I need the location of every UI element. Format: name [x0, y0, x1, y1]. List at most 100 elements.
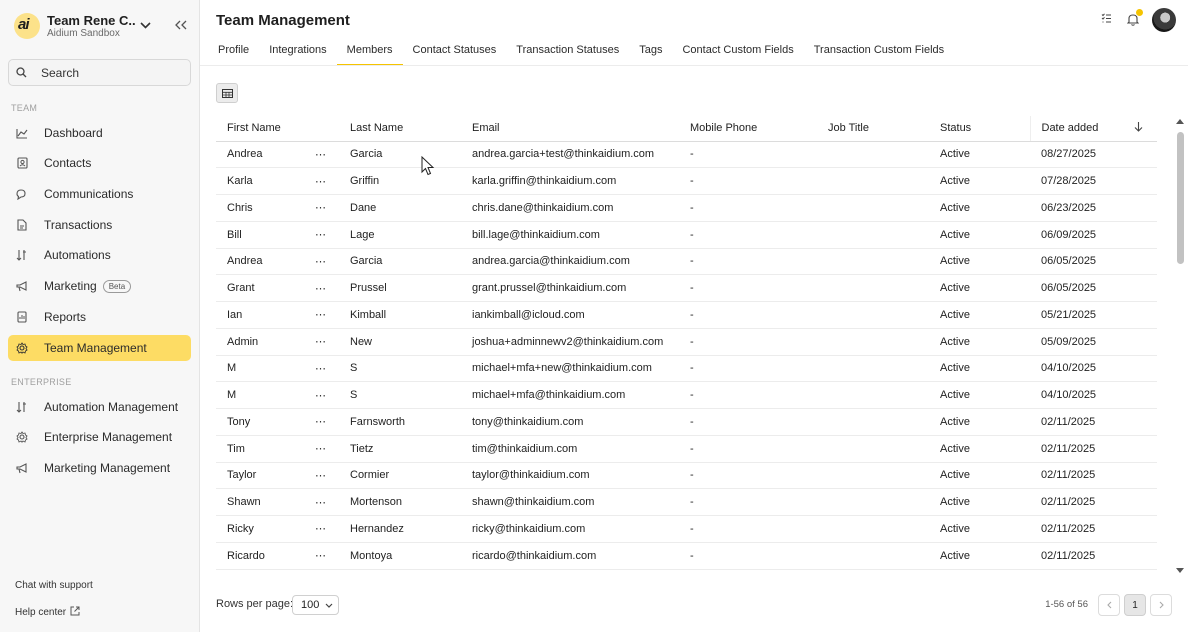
sidebar-item-automation-management[interactable]: Automation Management	[8, 394, 191, 420]
chat-with-support-link[interactable]: Chat with support	[15, 580, 93, 591]
status-cell: Active	[929, 141, 1030, 169]
row-actions-button[interactable]: ⋯	[315, 194, 339, 222]
tab-contact-statuses[interactable]: Contact Statuses	[403, 38, 507, 65]
column-header-mobile-phone[interactable]: Mobile Phone	[679, 116, 817, 142]
tab-contact-custom-fields[interactable]: Contact Custom Fields	[672, 38, 803, 65]
row-actions-button[interactable]: ⋯	[315, 462, 339, 490]
previous-page-button[interactable]	[1098, 594, 1120, 616]
row-actions-button[interactable]: ⋯	[315, 488, 339, 516]
table-row[interactable]: Grant ⋯ Prussel grant.prussel@thinkaidium.c…	[216, 274, 1157, 302]
sidebar-item-marketing[interactable]: Marketing Beta	[8, 273, 191, 299]
more-horizontal-icon[interactable]: ⋯	[315, 201, 326, 214]
sidebar-item-automations[interactable]: Automations	[8, 242, 191, 268]
next-page-button[interactable]	[1150, 594, 1172, 616]
row-actions-button[interactable]: ⋯	[315, 408, 339, 436]
more-horizontal-icon[interactable]: ⋯	[315, 469, 326, 482]
tab-members[interactable]: Members	[336, 38, 403, 65]
table-row[interactable]: Tony ⋯ Farnsworth tony@thinkaidium.com - Acti…	[216, 408, 1157, 436]
column-header-status[interactable]: Status	[929, 116, 1030, 142]
job-title-cell	[817, 167, 929, 195]
sidebar-item-dashboard[interactable]: Dashboard	[8, 120, 191, 146]
sidebar-item-transactions[interactable]: Transactions	[8, 212, 191, 238]
more-horizontal-icon[interactable]: ⋯	[315, 442, 326, 455]
table-row[interactable]: Taylor ⋯ Cormier taylor@thinkaidium.com - Act…	[216, 462, 1157, 490]
search-box[interactable]	[8, 59, 191, 86]
scroll-up-arrow-icon[interactable]	[1176, 118, 1184, 126]
more-horizontal-icon[interactable]: ⋯	[315, 362, 326, 375]
row-actions-button[interactable]: ⋯	[315, 381, 339, 409]
sidebar-item-team-management[interactable]: Team Management	[8, 335, 191, 361]
table-row[interactable]: Shawn ⋯ Mortenson shawn@thinkaidium.com - Act…	[216, 488, 1157, 516]
avatar[interactable]	[1152, 8, 1176, 32]
more-horizontal-icon[interactable]: ⋯	[315, 389, 326, 402]
chevron-down-icon[interactable]	[138, 18, 152, 32]
tab-integrations[interactable]: Integrations	[259, 38, 336, 65]
table-row[interactable]: Ricky ⋯ Hernandez ricky@thinkaidium.com - Act…	[216, 515, 1157, 543]
column-header-last-name[interactable]: Last Name	[339, 116, 461, 142]
more-horizontal-icon[interactable]: ⋯	[315, 522, 326, 535]
row-actions-button[interactable]: ⋯	[315, 542, 339, 570]
row-actions-button[interactable]: ⋯	[315, 301, 339, 329]
table-row[interactable]: Andrea ⋯ Garcia andrea.garcia+test@thinkaid…	[216, 141, 1157, 169]
row-actions-button[interactable]: ⋯	[315, 221, 339, 249]
table-row[interactable]: Andrea ⋯ Garcia andrea.garcia@thinkaidium.c…	[216, 248, 1157, 276]
row-actions-button[interactable]: ⋯	[315, 435, 339, 463]
rows-per-page-value: 100	[301, 599, 320, 611]
page-1-button[interactable]: 1	[1124, 594, 1146, 616]
more-horizontal-icon[interactable]: ⋯	[315, 415, 326, 428]
scroll-down-arrow-icon[interactable]	[1176, 568, 1184, 576]
row-actions-button[interactable]: ⋯	[315, 328, 339, 356]
email-cell: chris.dane@thinkaidium.com	[461, 194, 679, 222]
more-horizontal-icon[interactable]: ⋯	[315, 175, 326, 188]
column-header-date-added[interactable]: Date added	[1029, 116, 1157, 142]
sidebar-item-reports[interactable]: Reports	[8, 304, 191, 330]
first-name-cell: Tim	[216, 435, 315, 463]
help-center-link[interactable]: Help center	[15, 606, 80, 619]
row-actions-button[interactable]: ⋯	[315, 167, 339, 195]
scrollbar-thumb[interactable]	[1177, 132, 1184, 264]
table-row[interactable]: Karla ⋯ Griffin karla.griffin@thinkaidium.c…	[216, 167, 1157, 195]
table-row[interactable]: Ian ⋯ Kimball iankimball@icloud.com - Active 0…	[216, 301, 1157, 329]
table-row[interactable]: Chris ⋯ Dane chris.dane@thinkaidium.com - Act…	[216, 194, 1157, 222]
table-row[interactable]: Tim ⋯ Tietz tim@thinkaidium.com - Active 02/11…	[216, 435, 1157, 463]
row-actions-button[interactable]: ⋯	[315, 141, 339, 169]
tab-tags[interactable]: Tags	[629, 38, 672, 65]
more-horizontal-icon[interactable]: ⋯	[315, 228, 326, 241]
mobile-phone-cell: -	[679, 542, 817, 570]
more-horizontal-icon[interactable]: ⋯	[315, 308, 326, 321]
rows-per-page-select[interactable]: 100	[292, 595, 339, 615]
row-actions-button[interactable]: ⋯	[315, 515, 339, 543]
row-actions-button[interactable]: ⋯	[315, 274, 339, 302]
table-row[interactable]: Admin ⋯ New joshua+adminnewv2@thinkaidium.c…	[216, 328, 1157, 356]
more-horizontal-icon[interactable]: ⋯	[315, 148, 326, 161]
task-list-icon[interactable]	[1099, 13, 1113, 27]
more-horizontal-icon[interactable]: ⋯	[315, 255, 326, 268]
table-row[interactable]: Bill ⋯ Lage bill.lage@thinkaidium.com - Activ…	[216, 221, 1157, 249]
sidebar-item-marketing-management[interactable]: Marketing Management	[8, 455, 191, 481]
row-actions-button[interactable]: ⋯	[315, 248, 339, 276]
bell-icon[interactable]	[1126, 8, 1144, 27]
team-switcher[interactable]: ai Team Rene C... Aidium Sandbox	[14, 10, 194, 42]
column-header-first-name[interactable]: First Name	[216, 116, 339, 142]
arrow-down-icon[interactable]	[1134, 121, 1143, 135]
collapse-sidebar-icon[interactable]	[174, 18, 188, 32]
more-horizontal-icon[interactable]: ⋯	[315, 549, 326, 562]
sidebar-item-contacts[interactable]: Contacts	[8, 150, 191, 176]
more-horizontal-icon[interactable]: ⋯	[315, 335, 326, 348]
tab-transaction-custom-fields[interactable]: Transaction Custom Fields	[804, 38, 954, 65]
more-horizontal-icon[interactable]: ⋯	[315, 282, 326, 295]
column-header-job-title[interactable]: Job Title	[817, 116, 929, 142]
table-row[interactable]: Ricardo ⋯ Montoya ricardo@thinkaidium.com - A…	[216, 542, 1157, 570]
vertical-scrollbar[interactable]	[1174, 116, 1186, 578]
table-row[interactable]: M ⋯ Smichael+mfa@thinkaidium.com - Active 04/…	[216, 381, 1157, 409]
column-header-email[interactable]: Email	[461, 116, 679, 142]
sidebar-item-enterprise-management[interactable]: Enterprise Management	[8, 424, 191, 450]
table-row[interactable]: M ⋯ Smichael+mfa+new@thinkaidium.com - Activ…	[216, 355, 1157, 383]
sidebar-item-communications[interactable]: Communications	[8, 181, 191, 207]
row-actions-button[interactable]: ⋯	[315, 355, 339, 383]
search-input[interactable]	[41, 65, 181, 80]
more-horizontal-icon[interactable]: ⋯	[315, 496, 326, 509]
tab-profile[interactable]: Profile	[208, 38, 259, 65]
table-view-toggle[interactable]	[216, 83, 238, 103]
tab-transaction-statuses[interactable]: Transaction Statuses	[506, 38, 629, 65]
